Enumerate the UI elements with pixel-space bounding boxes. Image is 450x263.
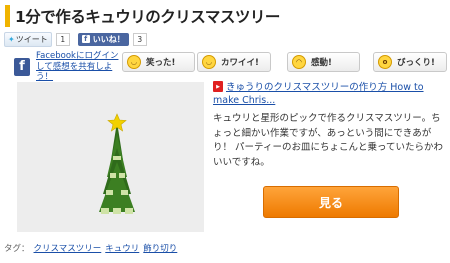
reaction-cute-button[interactable]: ◡ カワイイ!	[197, 52, 271, 72]
tag-link[interactable]: 飾り切り	[143, 242, 177, 254]
facebook-icon: f	[81, 35, 90, 43]
title-area: 1分で作るキュウリのクリスマスツリー	[5, 4, 280, 28]
reaction-surprised-button[interactable]: o びっくり!	[373, 52, 447, 72]
tag-link[interactable]: クリスマスツリー	[34, 242, 102, 254]
reaction-moved-button[interactable]: ◠ 感動!	[287, 52, 360, 72]
moved-face-icon: ◠	[292, 55, 306, 69]
cucumber-tree-image	[99, 113, 135, 214]
reaction-label: 感動!	[311, 58, 332, 68]
surprised-face-icon: o	[378, 55, 392, 69]
smiling-face-icon: ◡	[202, 55, 216, 69]
tweet-count: 1	[55, 32, 70, 46]
reaction-label: びっくり!	[397, 58, 435, 68]
title-accent-bar	[5, 5, 10, 27]
tweet-label: ツイート	[15, 34, 48, 44]
facebook-login: f Facebookにログインして感想を共有しよう！	[14, 51, 122, 83]
laughing-face-icon: ◡	[127, 55, 141, 69]
facebook-login-link[interactable]: Facebookにログインして感想を共有しよう！	[36, 51, 122, 83]
tag-list: タグ： クリスマスツリー キュウリ 飾り切り	[4, 242, 177, 254]
tag-link[interactable]: キュウリ	[105, 242, 139, 254]
video-description: キュウリと星形のピックで作るクリスマスツリー。ちょっと細かい作業ですが、あっとい…	[213, 113, 443, 168]
reaction-label: 笑った!	[146, 58, 176, 68]
view-button[interactable]: 見る	[263, 186, 399, 218]
facebook-logo-icon: f	[14, 57, 30, 76]
tweet-button[interactable]: ✦ ツイート	[4, 31, 52, 47]
tags-prefix: タグ：	[4, 244, 30, 254]
facebook-like-button[interactable]: f いいね！	[77, 32, 129, 46]
reaction-label: カワイイ!	[221, 58, 259, 68]
share-row: ✦ ツイート 1 f いいね！ 3	[4, 31, 147, 47]
video-title-link[interactable]: きゅうりのクリスマスツリーの作り方 How to make Chris...	[213, 81, 445, 107]
page-title: 1分で作るキュウリのクリスマスツリー	[15, 8, 280, 26]
video-thumbnail[interactable]	[17, 82, 204, 232]
facebook-like-label: いいね！	[92, 34, 125, 44]
facebook-like-count: 3	[132, 32, 147, 46]
twitter-bird-icon: ✦	[8, 34, 15, 44]
reaction-laughed-button[interactable]: ◡ 笑った!	[122, 52, 195, 72]
